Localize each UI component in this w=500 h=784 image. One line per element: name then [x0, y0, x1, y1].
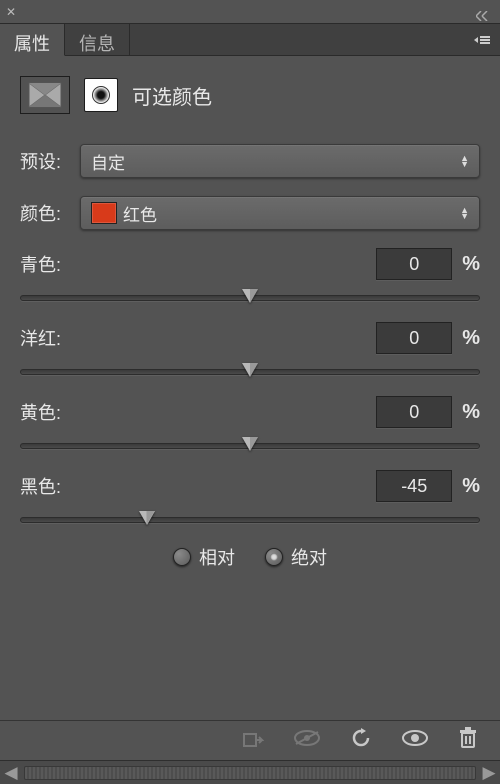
clip-to-layer-icon[interactable] [242, 728, 264, 753]
cyan-slider[interactable] [20, 290, 480, 304]
magenta-slider-group: 洋红: 0 % [20, 322, 480, 378]
panel-flyout-menu[interactable] [466, 24, 500, 55]
percent-symbol: % [462, 475, 480, 498]
absolute-radio[interactable]: 绝对 [265, 544, 327, 570]
yellow-label: 黄色: [20, 399, 220, 425]
view-previous-icon[interactable] [294, 730, 320, 751]
collapse-right-icon[interactable] [476, 6, 494, 18]
color-swatch [91, 202, 117, 224]
adjustment-header: 可选颜色 [20, 76, 480, 114]
percent-symbol: % [462, 401, 480, 424]
preset-dropdown[interactable]: 自定 ▲▼ [80, 144, 480, 178]
selective-color-icon[interactable] [20, 76, 70, 114]
relative-label: 相对 [199, 544, 235, 570]
absolute-label: 绝对 [291, 544, 327, 570]
yellow-input[interactable]: 0 [376, 396, 452, 428]
panel-scrollbar[interactable]: ◀ ▶ [0, 760, 500, 784]
scroll-right-icon[interactable]: ▶ [478, 762, 500, 784]
cyan-label: 青色: [20, 251, 220, 277]
tab-properties[interactable]: 属性 [0, 24, 65, 56]
black-slider[interactable] [20, 512, 480, 526]
scroll-left-icon[interactable]: ◀ [0, 762, 22, 784]
yellow-slider[interactable] [20, 438, 480, 452]
preset-value: 自定 [91, 149, 125, 174]
yellow-slider-group: 黄色: 0 % [20, 396, 480, 452]
color-value: 红色 [123, 201, 157, 226]
tab-info[interactable]: 信息 [65, 24, 130, 55]
magenta-input[interactable]: 0 [376, 322, 452, 354]
properties-panel: 可选颜色 预设: 自定 ▲▼ 颜色: 红色 ▲▼ 青色: 0 % 洋红: [0, 56, 500, 590]
layer-mask-icon[interactable] [84, 78, 118, 112]
reset-icon[interactable] [350, 728, 372, 753]
relative-radio[interactable]: 相对 [173, 544, 235, 570]
scroll-thumb[interactable] [24, 766, 476, 780]
preset-label: 预设: [20, 148, 80, 174]
panel-footer: ◀ ▶ [0, 720, 500, 784]
percent-symbol: % [462, 327, 480, 350]
cyan-slider-group: 青色: 0 % [20, 248, 480, 304]
black-label: 黑色: [20, 473, 220, 499]
black-slider-group: 黑色: -45 % [20, 470, 480, 526]
adjustment-title: 可选颜色 [132, 81, 212, 110]
cyan-input[interactable]: 0 [376, 248, 452, 280]
magenta-label: 洋红: [20, 325, 220, 351]
percent-symbol: % [462, 253, 480, 276]
panel-tab-bar: 属性 信息 [0, 24, 500, 56]
mode-radio-group: 相对 绝对 [20, 544, 480, 570]
black-input[interactable]: -45 [376, 470, 452, 502]
visibility-icon[interactable] [402, 730, 428, 751]
color-label: 颜色: [20, 200, 80, 226]
panel-collapse-bar[interactable]: ✕ [0, 0, 500, 24]
trash-icon[interactable] [458, 727, 478, 754]
updown-icon: ▲▼ [460, 155, 469, 167]
color-dropdown[interactable]: 红色 ▲▼ [80, 196, 480, 230]
updown-icon: ▲▼ [460, 207, 469, 219]
close-icon[interactable]: ✕ [6, 5, 16, 19]
magenta-slider[interactable] [20, 364, 480, 378]
